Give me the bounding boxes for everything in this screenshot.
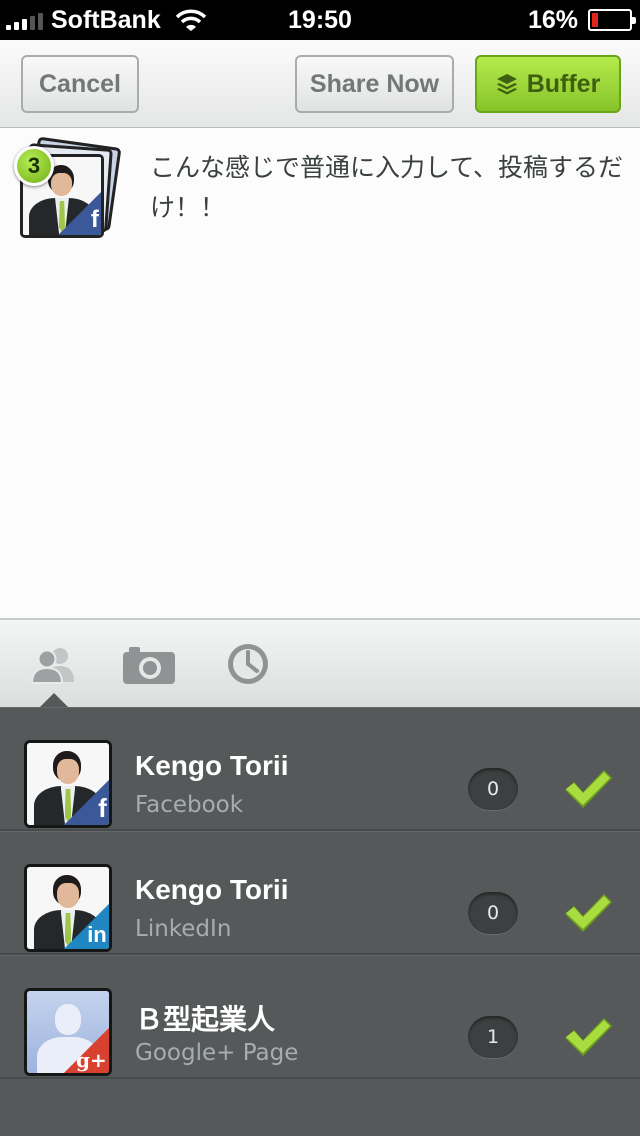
cancel-button[interactable]: Cancel — [21, 55, 139, 113]
accounts-icon — [30, 648, 74, 684]
avatar: g+ — [24, 988, 112, 1076]
buffer-label: Buffer — [526, 69, 601, 98]
selected-check-icon[interactable] — [562, 890, 614, 936]
account-name: Ｂ型起業人 — [135, 1004, 276, 1035]
account-service: Facebook — [135, 792, 244, 818]
account-service: Google+ Page — [135, 1040, 299, 1066]
selected-count-badge: 3 — [14, 146, 54, 186]
queue-count-badge: 0 — [468, 768, 518, 810]
buffer-stack-icon — [496, 74, 517, 95]
selected-check-icon[interactable] — [562, 1014, 614, 1060]
clock-icon — [228, 644, 268, 684]
account-service: LinkedIn — [135, 916, 232, 942]
post-text-input[interactable]: こんな感じで普通に入力して、投稿するだけ！！ — [150, 148, 630, 228]
account-row-facebook[interactable]: f Kengo Torii Facebook 0 — [0, 707, 640, 831]
selected-check-icon[interactable] — [562, 766, 614, 812]
status-right: 16% — [527, 4, 636, 36]
tab-schedule[interactable] — [226, 642, 270, 686]
composer-area[interactable]: f 3 こんな感じで普通に入力して、投稿するだけ！！ — [0, 128, 640, 618]
accounts-list: f Kengo Torii Facebook 0 in Kengo Torii … — [0, 707, 640, 1136]
compose-toolbar: Cancel Share Now Buffer — [0, 40, 640, 128]
battery-icon — [588, 9, 636, 31]
battery-percent: 16% — [527, 5, 578, 34]
buffer-button[interactable]: Buffer — [475, 55, 621, 113]
active-tab-pointer — [40, 693, 68, 707]
account-name: Kengo Torii — [135, 874, 289, 905]
avatar: in — [24, 864, 112, 952]
share-now-button[interactable]: Share Now — [295, 55, 454, 113]
account-row-linkedin[interactable]: in Kengo Torii LinkedIn 0 — [0, 831, 640, 955]
tab-media[interactable] — [122, 642, 176, 686]
avatar: f — [24, 740, 112, 828]
composer-tab-strip — [0, 618, 640, 707]
status-bar: SoftBank 19:50 16% — [0, 0, 640, 40]
queue-count-badge: 0 — [468, 892, 518, 934]
account-name: Kengo Torii — [135, 750, 289, 781]
camera-icon — [123, 647, 175, 684]
tab-accounts[interactable] — [28, 642, 78, 686]
selected-accounts-stack[interactable]: f 3 — [8, 136, 122, 248]
queue-count-badge: 1 — [468, 1016, 518, 1058]
account-row-google-plus[interactable]: g+ Ｂ型起業人 Google+ Page 1 — [0, 955, 640, 1079]
